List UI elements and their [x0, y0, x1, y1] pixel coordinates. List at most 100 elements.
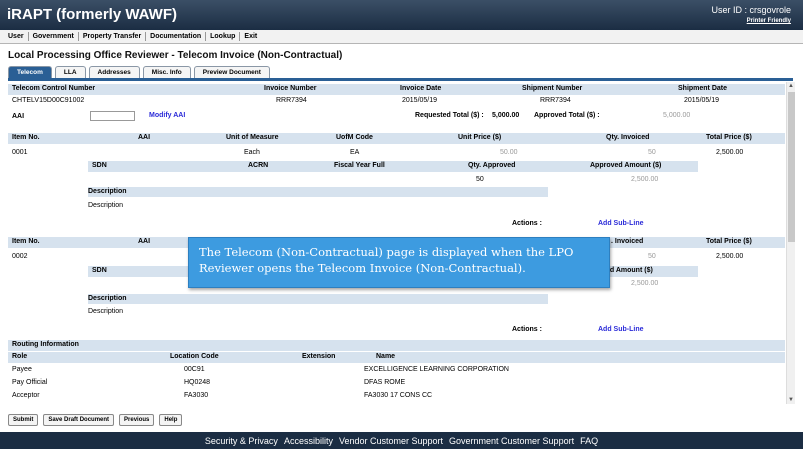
action-buttons: Submit Save Draft Document Previous Help — [8, 414, 183, 426]
requested-total-label: Requested Total ($) : — [415, 112, 484, 119]
total-price: 2,500.00 — [716, 149, 744, 156]
col-qty-invoiced: Qty. Invoiced — [606, 134, 650, 141]
sub-line-row: 50 2,500.00 — [8, 175, 785, 186]
menu-lookup[interactable]: Lookup — [206, 32, 241, 41]
routing-row: Pay Official HQ0248 DFAS ROME — [8, 378, 785, 389]
save-draft-button[interactable]: Save Draft Document — [43, 414, 115, 426]
col-unit-of-measure: Unit of Measure — [226, 134, 279, 141]
routing-role: Payee — [12, 366, 32, 373]
scroll-up-icon[interactable]: ▲ — [788, 83, 794, 89]
content-scrollbar[interactable]: ▲ ▼ — [786, 82, 795, 404]
add-sub-line-link[interactable]: Add Sub-Line — [598, 220, 644, 227]
col-total-price: Total Price ($) — [706, 134, 752, 141]
line-header-row: Item No. AAI Unit of Measure UofM Code U… — [8, 133, 785, 144]
tab-addresses[interactable]: Addresses — [88, 66, 140, 78]
unit-of-measure: Each — [244, 149, 260, 156]
add-sub-line-link[interactable]: Add Sub-Line — [598, 326, 644, 333]
submit-button[interactable]: Submit — [8, 414, 39, 426]
routing-row: Payee 00C91 EXCELLIGENCE LEARNING CORPOR… — [8, 365, 785, 376]
col-qty-approved: Qty. Approved — [468, 162, 516, 169]
actions-row: Actions : Add Sub-Line — [8, 325, 785, 336]
description-text: Description — [88, 308, 124, 315]
qty-invoiced: 50 — [648, 149, 656, 156]
tutorial-callout: The Telecom (Non-Contractual) page is di… — [188, 237, 610, 288]
previous-button[interactable]: Previous — [119, 414, 155, 426]
menu-bar: User Government Property Transfer Docume… — [0, 30, 803, 44]
telecom-control-number: CHTELV15D00C91002 — [12, 97, 85, 104]
col-aai: AAI — [138, 238, 151, 245]
description-header: Description — [88, 294, 548, 304]
footer-security-privacy[interactable]: Security & Privacy — [205, 436, 278, 446]
invoice-header-row: Telecom Control Number Invoice Number In… — [8, 84, 785, 95]
menu-exit[interactable]: Exit — [240, 32, 261, 41]
printer-friendly-link[interactable]: Printer Friendly — [747, 18, 791, 24]
col-role: Role — [12, 353, 28, 360]
description-header: Description — [88, 187, 548, 197]
menu-government[interactable]: Government — [29, 32, 79, 41]
col-aai: AAI — [138, 134, 151, 141]
col-item-no: Item No. — [12, 134, 40, 141]
routing-row: Acceptor FA3030 FA3030 17 CONS CC — [8, 391, 785, 402]
footer-faq[interactable]: FAQ — [580, 436, 598, 446]
unit-price: 50.00 — [500, 149, 518, 156]
col-unit-price: Unit Price ($) — [458, 134, 502, 141]
page-title: Local Processing Office Reviewer - Telec… — [8, 50, 343, 61]
footer: Security & Privacy Accessibility Vendor … — [0, 432, 803, 449]
menu-user[interactable]: User — [4, 32, 29, 41]
scroll-down-icon[interactable]: ▼ — [788, 397, 794, 403]
col-invoice-date: Invoice Date — [400, 85, 442, 92]
description-text: Description — [88, 202, 124, 209]
aai-input[interactable] — [90, 111, 135, 121]
description-label: Description — [88, 295, 127, 302]
col-uofm-code: UofM Code — [336, 134, 373, 141]
tab-lla[interactable]: LLA — [54, 66, 86, 78]
menu-property-transfer[interactable]: Property Transfer — [79, 32, 147, 41]
aai-row: AAI Modify AAI Requested Total ($) : 5,0… — [8, 111, 785, 122]
actions-label: Actions : — [512, 326, 542, 333]
menu-documentation[interactable]: Documentation — [146, 32, 207, 41]
tab-preview-document[interactable]: Preview Document — [193, 66, 270, 78]
col-qty-invoiced: . Invoiced — [611, 238, 644, 245]
help-button[interactable]: Help — [159, 414, 183, 426]
col-approved-amount: ed Amount ($) — [606, 267, 653, 274]
col-item-no: Item No. — [12, 238, 40, 245]
col-shipment-date: Shipment Date — [678, 85, 728, 92]
app-header: iRAPT (formerly WAWF) User ID : crsgovro… — [0, 0, 803, 30]
bottom-strip — [0, 449, 803, 460]
footer-accessibility[interactable]: Accessibility — [284, 436, 333, 446]
item-no: 0002 — [12, 253, 28, 260]
aai-label: AAI — [12, 113, 25, 120]
scrollbar-thumb[interactable] — [788, 92, 795, 242]
approved-amount: 2,500.00 — [631, 176, 659, 183]
col-invoice-number: Invoice Number — [264, 85, 317, 92]
col-name: Name — [376, 353, 396, 360]
tab-underline — [8, 78, 793, 81]
routing-role: Acceptor — [12, 392, 40, 399]
approved-amount: 2,500.00 — [631, 280, 659, 287]
col-shipment-number: Shipment Number — [522, 85, 583, 92]
col-telecom-control-number: Telecom Control Number — [12, 85, 96, 92]
shipment-date: 2015/05/19 — [684, 97, 720, 104]
tab-telecom[interactable]: Telecom — [8, 66, 52, 78]
invoice-date: 2015/05/19 — [402, 97, 438, 104]
routing-title: Routing Information — [12, 341, 79, 348]
col-fiscal-year-full: Fiscal Year Full — [334, 162, 385, 169]
approved-total: 5,000.00 — [663, 112, 691, 119]
routing-location: 00C91 — [184, 366, 205, 373]
qty-invoiced: 50 — [648, 253, 656, 260]
line-row: 0001 Each EA 50.00 50 2,500.00 — [8, 148, 785, 159]
actions-row: Actions : Add Sub-Line — [8, 219, 785, 230]
routing-location: FA3030 — [184, 392, 209, 399]
invoice-number: RRR7394 — [276, 97, 307, 104]
qty-approved: 50 — [476, 176, 484, 183]
description-label: Description — [88, 188, 127, 195]
sub-header-row: SDN ACRN Fiscal Year Full Qty. Approved … — [88, 161, 698, 172]
modify-aai-link[interactable]: Modify AAI — [149, 112, 185, 119]
invoice-values-row: CHTELV15D00C91002 RRR7394 2015/05/19 RRR… — [8, 96, 785, 107]
footer-vendor-support[interactable]: Vendor Customer Support — [339, 436, 443, 446]
routing-name: EXCELLIGENCE LEARNING CORPORATION — [364, 366, 509, 373]
tab-misc-info[interactable]: Misc. Info — [142, 66, 191, 78]
footer-government-support[interactable]: Government Customer Support — [449, 436, 574, 446]
col-extension: Extension — [302, 353, 336, 360]
requested-total: 5,000.00 — [492, 112, 520, 119]
